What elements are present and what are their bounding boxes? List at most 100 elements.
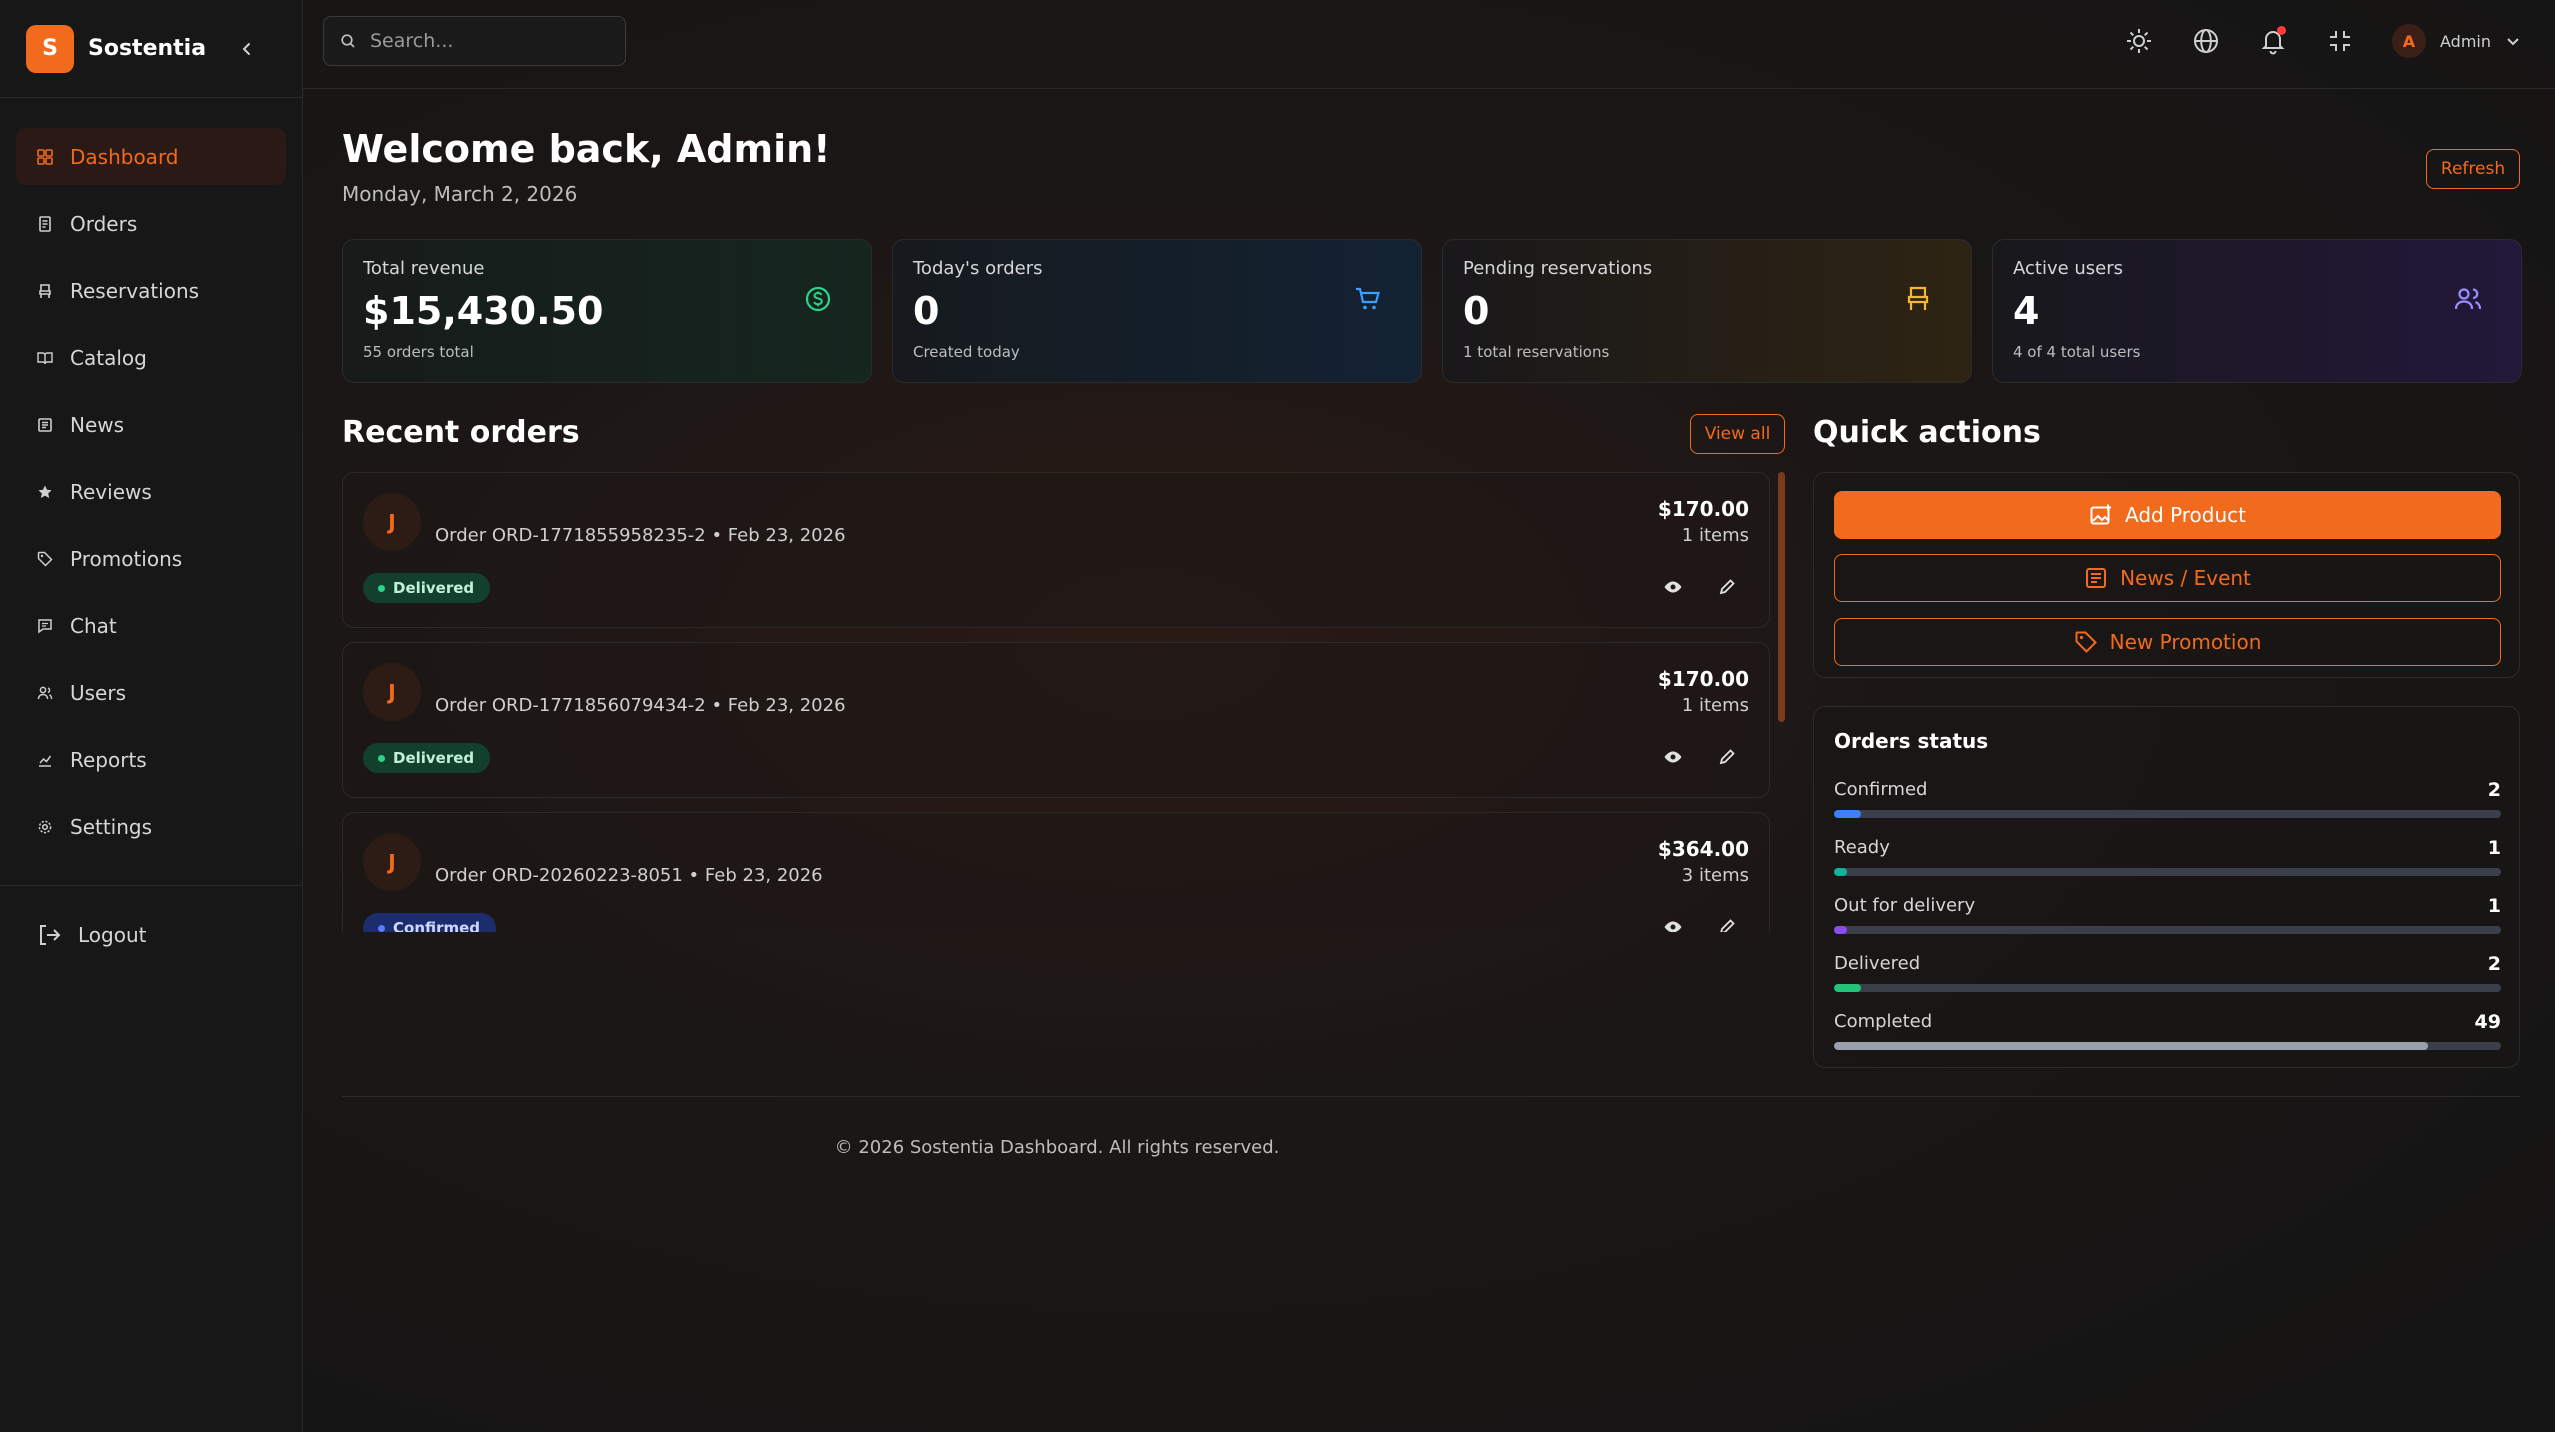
newspaper-icon [2086,568,2107,588]
status-row: Out for delivery 1 [1834,895,2501,935]
orders-scrollbar[interactable] [1778,472,1785,722]
orders-status-panel: Orders status Confirmed 2 Ready 1 Out for de… [1813,706,2520,1068]
stat-card-todays-orders: Today's orders 0 Created today [892,239,1422,383]
sidebar-item-settings[interactable]: Settings [16,798,286,855]
status-badge: Delivered [363,573,491,603]
status-progress-fill [1834,1042,2428,1050]
sidebar-nav: Dashboard Orders Reservations Catalog Ne… [0,98,302,895]
footer-divider [342,1096,2520,1097]
status-progress-fill [1834,810,1861,818]
view-all-button[interactable]: View all [1690,414,1785,454]
order-actions [1631,915,1739,932]
status-progress-fill [1834,984,1861,992]
sidebar-item-label: Reviews [70,479,152,504]
notifications-button[interactable] [2255,23,2291,59]
tag-icon [36,550,54,568]
sidebar-item-orders[interactable]: Orders [16,195,286,252]
users-icon [36,684,54,702]
status-label: Confirmed [1834,779,1928,800]
sidebar: S Sostentia Dashboard Orders Reservation… [0,0,303,1432]
status-count: 49 [2474,1011,2501,1033]
order-actions [1631,745,1739,769]
image-plus-icon [2090,504,2111,525]
brand-name[interactable]: Sostentia [88,36,206,61]
stat-label: Pending reservations [1463,258,1653,279]
sidebar-item-dashboard[interactable]: Dashboard [16,128,286,185]
user-name: Admin [2440,31,2491,51]
pencil-icon [1720,919,1735,932]
gear-icon [36,818,54,836]
pencil-icon [1719,579,1735,595]
stat-sub: 1 total reservations [1463,343,1610,361]
status-count: 1 [2487,837,2501,859]
sidebar-item-label: News [70,412,125,437]
search-icon [341,34,355,48]
brand-header: S Sostentia [0,0,302,98]
edit-order-button[interactable] [1715,745,1739,769]
quick-actions-title: Quick actions [1813,415,2041,450]
globe-icon [2194,29,2218,53]
language-button[interactable] [2188,23,2224,59]
collapse-sidebar-button[interactable] [232,34,262,64]
edit-order-button[interactable] [1715,575,1739,599]
sidebar-item-label: Reservations [70,278,200,303]
status-row: Delivered 2 [1834,953,2501,993]
sidebar-item-chat[interactable]: Chat [16,597,286,654]
sidebar-item-label: Dashboard [70,144,179,169]
avatar: A [2392,24,2426,58]
sidebar-item-reservations[interactable]: Reservations [16,262,286,319]
order-amount: $170.00 [1657,667,1749,691]
chart-icon [36,751,54,769]
refresh-button[interactable]: Refresh [2426,149,2520,189]
newspaper-icon [36,416,54,434]
view-order-button[interactable] [1661,915,1685,932]
chat-icon [36,617,54,635]
collapse-icon [2330,31,2350,51]
status-label: Delivered [1834,953,1921,974]
theme-toggle-button[interactable] [2121,23,2157,59]
topbar: A Admin [303,0,2555,89]
chevron-left-icon [242,43,250,55]
new-promotion-button[interactable]: New Promotion [1834,618,2501,666]
stat-value: 4 [2013,289,2040,333]
add-product-label: Add Product [2124,503,2246,527]
sidebar-item-users[interactable]: Users [16,664,286,721]
chevron-down-icon [2507,38,2519,46]
recent-orders-list[interactable]: J Order ORD-1771855958235-2 • Feb 23, 20… [342,472,1785,932]
page-title: Welcome back, Admin! [342,127,831,171]
orders-status-title: Orders status [1834,729,1989,753]
stat-sub: 4 of 4 total users [2013,343,2141,361]
order-card[interactable]: J Order ORD-20260223-8051 • Feb 23, 2026… [342,812,1770,932]
sidebar-item-news[interactable]: News [16,396,286,453]
order-reference: Order ORD-1771856079434-2 • Feb 23, 2026 [435,695,846,716]
order-card[interactable]: J Order ORD-1771856079434-2 • Feb 23, 20… [342,642,1770,798]
view-order-button[interactable] [1661,745,1685,769]
dollar-icon [805,286,831,312]
order-card[interactable]: J Order ORD-1771855958235-2 • Feb 23, 20… [342,472,1770,628]
add-product-button[interactable]: Add Product [1834,491,2501,539]
sidebar-item-label: Reports [70,747,147,772]
tag-icon [2075,631,2097,653]
sidebar-item-promotions[interactable]: Promotions [16,530,286,587]
order-reference: Order ORD-20260223-8051 • Feb 23, 2026 [435,865,823,886]
sidebar-item-reviews[interactable]: Reviews [16,463,286,520]
new-promotion-label: New Promotion [2109,630,2262,654]
search-box[interactable] [323,16,626,66]
logout-button[interactable]: Logout [36,915,146,955]
status-row: Confirmed 2 [1834,779,2501,819]
user-menu[interactable]: A Admin [2392,24,2521,58]
news-event-button[interactable]: News / Event [1834,554,2501,602]
sidebar-item-label: Orders [70,211,138,236]
view-order-button[interactable] [1661,575,1685,599]
status-label: Out for delivery [1834,895,1976,916]
edit-order-button[interactable] [1715,915,1739,932]
sidebar-item-catalog[interactable]: Catalog [16,329,286,386]
stat-label: Total revenue [363,258,485,279]
brand-logo[interactable]: S [26,24,74,73]
order-amount: $170.00 [1657,497,1749,521]
status-label: Ready [1834,837,1890,858]
search-input[interactable] [370,30,610,52]
fullscreen-button[interactable] [2322,23,2358,59]
sidebar-item-reports[interactable]: Reports [16,731,286,788]
logout-label: Logout [78,923,147,947]
